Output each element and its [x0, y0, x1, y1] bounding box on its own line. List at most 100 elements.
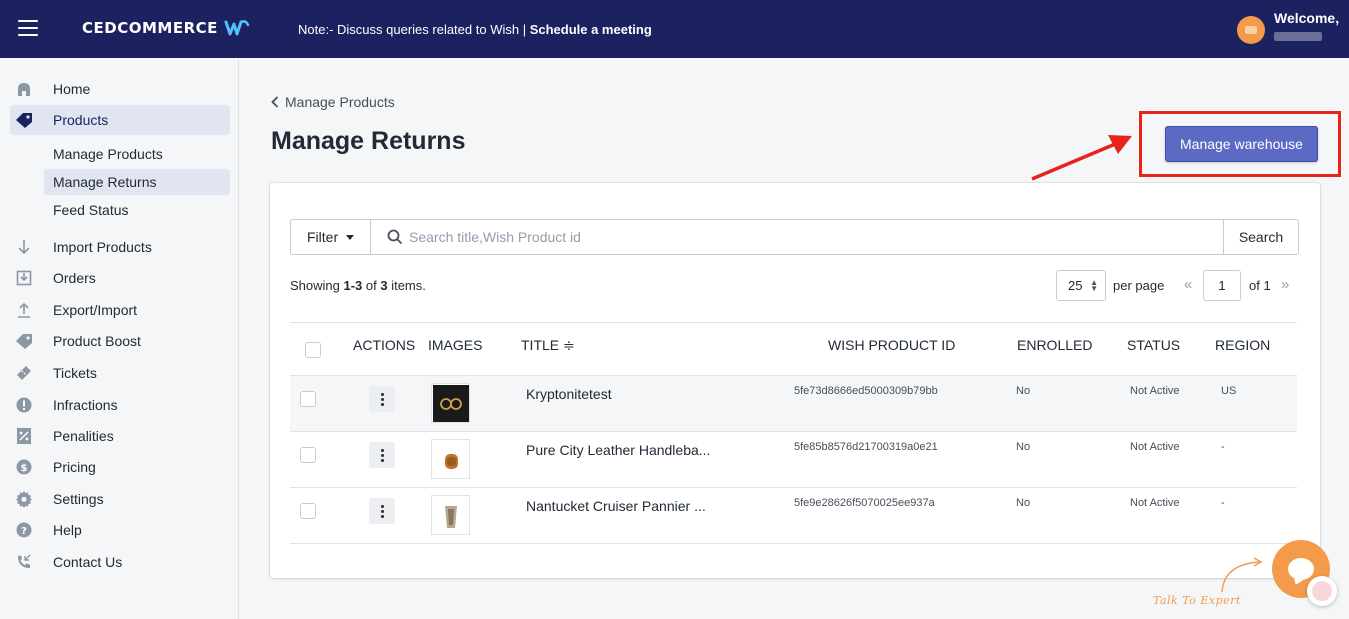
sidebar-item-label: Tickets [53, 365, 97, 381]
prev-page-button[interactable]: « [1184, 276, 1192, 293]
sidebar-item-settings[interactable]: Settings [10, 484, 230, 514]
sidebar-subitem-label: Manage Products [53, 146, 163, 162]
sidebar-item-tickets[interactable]: Tickets [10, 358, 230, 388]
curved-arrow-icon [1221, 557, 1263, 593]
breadcrumb[interactable]: Manage Products [271, 94, 395, 110]
chat-secondary-button[interactable] [1307, 576, 1337, 606]
chat-icon [1288, 558, 1314, 580]
home-icon [14, 79, 34, 99]
percent-icon [14, 426, 34, 446]
product-thumbnail[interactable] [431, 383, 470, 423]
row-status: Not Active [1130, 441, 1180, 453]
chevron-left-icon [271, 96, 279, 108]
per-page-select[interactable]: 25 ▲ ▼ [1056, 270, 1106, 301]
sidebar-item-penalities[interactable]: Penalities [10, 421, 230, 451]
sidebar-item-products[interactable]: Products [10, 105, 230, 135]
filter-button[interactable]: Filter [291, 220, 371, 254]
manage-warehouse-button[interactable]: Manage warehouse [1165, 126, 1318, 162]
sidebar-item-label: Orders [53, 270, 96, 286]
help-icon: ? [14, 520, 34, 540]
upload-icon [14, 300, 34, 320]
schedule-meeting-link[interactable]: Schedule a meeting [530, 22, 652, 37]
row-region: - [1221, 441, 1225, 453]
row-checkbox[interactable] [300, 503, 316, 519]
row-checkbox[interactable] [300, 447, 316, 463]
page-number-input[interactable] [1203, 270, 1241, 301]
phone-icon [14, 552, 34, 572]
annotation-arrow [1031, 135, 1132, 181]
brand-name: CEDCOMMERCE [82, 19, 218, 37]
brand-logo[interactable]: CEDCOMMERCE [82, 17, 250, 39]
sidebar-item-pricing[interactable]: $ Pricing [10, 452, 230, 482]
summary-total: 3 [380, 278, 388, 293]
top-bar: CEDCOMMERCE Note:- Discuss queries relat… [0, 0, 1349, 58]
sidebar-item-orders[interactable]: Orders [10, 263, 230, 293]
filter-bar: Filter Search [290, 219, 1299, 255]
row-region: - [1221, 497, 1225, 509]
row-wish-product-id: 5fe9e28626f5070025ee937a [794, 497, 935, 509]
page-title: Manage Returns [271, 127, 466, 155]
ticket-icon [14, 363, 34, 383]
next-page-button[interactable]: » [1281, 276, 1289, 293]
row-checkbox[interactable] [300, 391, 316, 407]
row-title[interactable]: Pure City Leather Handleba... [526, 442, 710, 458]
product-image-icon [432, 440, 469, 478]
menu-icon[interactable] [18, 20, 38, 36]
sidebar-subitem-manage-products[interactable]: Manage Products [44, 141, 230, 167]
sidebar-item-export-import[interactable]: Export/Import [10, 295, 230, 325]
sidebar-subitem-manage-returns[interactable]: Manage Returns [44, 169, 230, 195]
sidebar-item-infractions[interactable]: Infractions [10, 390, 230, 420]
search-icon [387, 229, 403, 245]
tag-icon [14, 331, 34, 351]
row-enrolled: No [1016, 385, 1031, 397]
sidebar-item-product-boost[interactable]: Product Boost [10, 326, 230, 356]
table-row: Kryptonitetest 5fe73d8666ed5000309b79bb … [290, 376, 1297, 432]
username-redacted [1274, 32, 1322, 41]
talk-to-expert-label: Talk To Expert [1153, 594, 1241, 607]
select-all-checkbox[interactable] [305, 342, 321, 358]
row-actions-menu-button[interactable] [369, 498, 395, 524]
per-page-label: per page [1113, 278, 1165, 293]
sidebar-item-label: Home [53, 81, 91, 97]
summary-prefix: Showing [290, 278, 344, 293]
product-thumbnail[interactable] [431, 439, 470, 479]
row-title[interactable]: Nantucket Cruiser Pannier ... [526, 498, 706, 514]
product-thumbnail[interactable] [431, 495, 470, 535]
alert-icon [14, 395, 34, 415]
row-enrolled: No [1016, 441, 1031, 453]
search-button[interactable]: Search [1223, 220, 1298, 254]
row-actions-menu-button[interactable] [369, 386, 395, 412]
row-wish-product-id: 5fe85b8576d21700319a0e21 [794, 441, 938, 453]
sidebar-item-label: Penalities [53, 428, 114, 444]
column-images: IMAGES [428, 337, 483, 353]
tag-icon [14, 110, 34, 130]
product-image-icon [432, 496, 469, 534]
table-row: Nantucket Cruiser Pannier ... 5fe9e28626… [290, 488, 1297, 544]
sidebar-subitem-feed-status[interactable]: Feed Status [44, 197, 230, 223]
sidebar-item-import-products[interactable]: Import Products [10, 232, 230, 262]
column-title[interactable]: TITLE ≑ [521, 337, 575, 354]
avatar[interactable] [1237, 16, 1265, 44]
summary-suffix: items. [387, 278, 426, 293]
orders-icon [14, 268, 34, 288]
column-actions: ACTIONS [353, 337, 416, 353]
column-status: STATUS [1127, 337, 1181, 353]
sidebar-item-label: Products [53, 112, 109, 128]
column-enrolled: ENROLLED [1017, 337, 1093, 353]
sidebar-item-contact-us[interactable]: Contact Us [10, 547, 230, 577]
search-input[interactable] [409, 221, 1219, 253]
wish-logo-icon [224, 20, 250, 36]
sidebar-item-label: Help [53, 522, 82, 538]
sidebar-item-home[interactable]: Home [10, 74, 230, 104]
sidebar-item-label: Product Boost [53, 333, 141, 349]
sidebar-item-label: Infractions [53, 397, 118, 413]
row-title[interactable]: Kryptonitetest [526, 386, 612, 402]
sidebar-subitem-label: Feed Status [53, 202, 129, 218]
row-status: Not Active [1130, 385, 1180, 397]
row-actions-menu-button[interactable] [369, 442, 395, 468]
dollar-icon: $ [14, 457, 34, 477]
table-header: ACTIONS IMAGES TITLE ≑ WISH PRODUCT ID E… [290, 322, 1297, 376]
column-region: REGION [1215, 337, 1271, 353]
sidebar-item-help[interactable]: ? Help [10, 515, 230, 545]
table-row: Pure City Leather Handleba... 5fe85b8576… [290, 432, 1297, 488]
